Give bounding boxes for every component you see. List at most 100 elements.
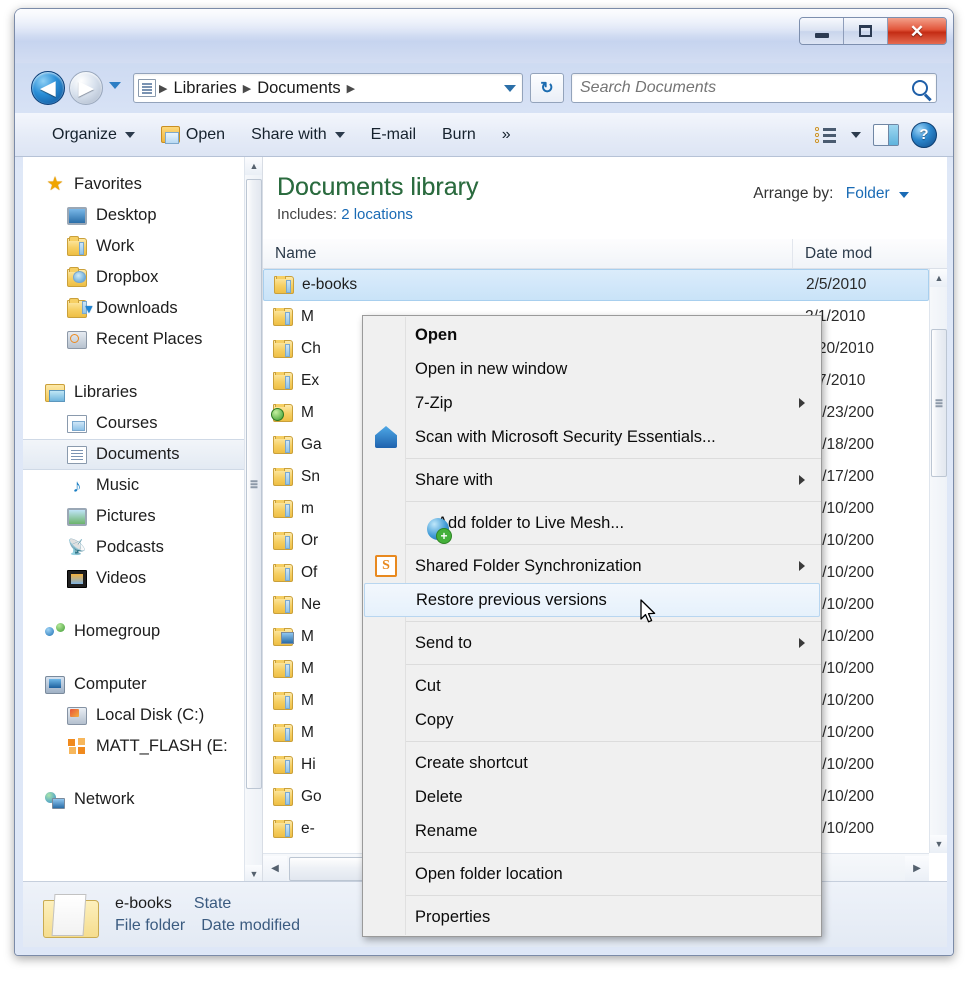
- burn-button[interactable]: Burn: [429, 120, 489, 150]
- security-essentials-icon: [375, 426, 397, 448]
- column-header-name[interactable]: Name: [263, 239, 793, 268]
- sidebar-item-work[interactable]: Work: [23, 231, 262, 262]
- change-view-icon[interactable]: [815, 126, 837, 144]
- sidebar-spacer: [23, 764, 262, 784]
- sidebar-item-libraries[interactable]: Libraries: [23, 377, 262, 408]
- sidebar-item-recent-places[interactable]: Recent Places: [23, 324, 262, 355]
- folder-icon: [273, 532, 293, 550]
- scroll-down-arrow-icon[interactable]: ▼: [930, 835, 947, 853]
- menu-item-share-with[interactable]: Share with: [363, 463, 821, 497]
- menu-item-7-zip[interactable]: 7-Zip: [363, 386, 821, 420]
- sidebar-item-dropbox[interactable]: Dropbox: [23, 262, 262, 293]
- sidebar-item-music[interactable]: ♪ Music: [23, 470, 262, 501]
- share-with-label: Share with: [251, 126, 327, 144]
- navigation-pane-scrollbar[interactable]: ▲ ▼: [244, 157, 262, 883]
- menu-item-restore-previous-versions[interactable]: Restore previous versions: [364, 583, 820, 617]
- table-row[interactable]: e-books2/5/2010: [263, 269, 929, 301]
- help-glyph: ?: [919, 126, 928, 143]
- includes-locations-link[interactable]: 2 locations: [341, 206, 413, 223]
- recent-pages-chevron-icon[interactable]: [109, 82, 121, 89]
- context-menu: OpenOpen in new window 7-Zip Scan with Mic…: [362, 315, 822, 937]
- menu-item-label: 7-Zip: [415, 394, 453, 413]
- scroll-up-arrow-icon[interactable]: ▲: [930, 269, 947, 287]
- back-button[interactable]: ◀: [31, 71, 65, 105]
- view-dropdown-icon[interactable]: [851, 132, 861, 138]
- date-modified-label: Date modified: [201, 917, 300, 935]
- sidebar-item-desktop[interactable]: Desktop: [23, 200, 262, 231]
- arrange-by-value[interactable]: Folder: [846, 185, 890, 202]
- menu-item-add-folder-to-live-mesh[interactable]: Add folder to Live Mesh...: [363, 506, 821, 540]
- sidebar-item-courses[interactable]: Courses: [23, 408, 262, 439]
- sidebar-label: Homegroup: [74, 622, 160, 641]
- sidebar-item-favorites[interactable]: ★ Favorites: [23, 169, 262, 200]
- sidebar-group-favorites: ★ Favorites Desktop Work: [23, 169, 262, 355]
- open-button[interactable]: Open: [148, 120, 238, 150]
- breadcrumb-libraries[interactable]: Libraries: [170, 79, 239, 98]
- search-input[interactable]: [580, 79, 912, 97]
- sidebar-label: Videos: [96, 569, 146, 588]
- sidebar-item-pictures[interactable]: Pictures: [23, 501, 262, 532]
- menu-item-copy[interactable]: Copy: [363, 703, 821, 737]
- column-header-date-modified[interactable]: Date mod: [793, 239, 947, 268]
- recent-places-icon: [67, 331, 87, 349]
- organize-label: Organize: [52, 126, 117, 144]
- forward-button[interactable]: ▶: [69, 71, 103, 105]
- email-button[interactable]: E-mail: [358, 120, 429, 150]
- folder-network-icon: [273, 628, 293, 646]
- file-date-cell: 2/5/2010: [794, 276, 928, 294]
- sidebar-item-matt-flash[interactable]: MATT_FLASH (E:: [23, 731, 262, 762]
- menu-item-delete[interactable]: Delete: [363, 780, 821, 814]
- scroll-left-arrow-icon[interactable]: ◀: [263, 856, 287, 882]
- file-list-scrollbar[interactable]: ▲ ▼: [929, 269, 947, 853]
- sidebar-label: Recent Places: [96, 330, 202, 349]
- help-icon[interactable]: ?: [911, 122, 937, 148]
- file-name-label: Sn: [301, 468, 320, 486]
- menu-item-rename[interactable]: Rename: [363, 814, 821, 848]
- search-box[interactable]: [571, 73, 937, 103]
- more-commands-button[interactable]: »: [489, 120, 524, 150]
- menu-item-open-folder-location[interactable]: Open folder location: [363, 857, 821, 891]
- share-with-button[interactable]: Share with: [238, 120, 358, 150]
- sidebar-item-computer[interactable]: Computer: [23, 669, 262, 700]
- menu-item-scan-with-microsoft-security-essentials[interactable]: Scan with Microsoft Security Essentials.…: [363, 420, 821, 454]
- sidebar-item-local-disk[interactable]: Local Disk (C:): [23, 700, 262, 731]
- menu-item-properties[interactable]: Properties: [363, 900, 821, 934]
- close-button[interactable]: ✕: [888, 18, 946, 44]
- menu-item-open-in-new-window[interactable]: Open in new window: [363, 352, 821, 386]
- file-name-label: Ch: [301, 340, 321, 358]
- sidebar-item-network[interactable]: Network: [23, 784, 262, 815]
- chevron-down-icon[interactable]: [899, 192, 909, 198]
- menu-item-shared-folder-synchronization[interactable]: SShared Folder Synchronization: [363, 549, 821, 583]
- preview-pane-button[interactable]: [873, 124, 899, 146]
- sidebar-item-downloads[interactable]: Downloads: [23, 293, 262, 324]
- menu-item-label: Rename: [415, 822, 477, 841]
- file-name-label: M: [301, 308, 314, 326]
- close-icon: ✕: [910, 23, 924, 40]
- minimize-button[interactable]: [800, 18, 844, 44]
- computer-icon: [45, 676, 65, 694]
- organize-button[interactable]: Organize: [39, 120, 148, 150]
- details-line-1: e-books State: [115, 895, 300, 913]
- sidebar-item-documents[interactable]: Documents: [23, 439, 262, 470]
- sidebar-item-homegroup[interactable]: Homegroup: [23, 616, 262, 647]
- scroll-up-arrow-icon[interactable]: ▲: [245, 157, 263, 175]
- menu-item-open[interactable]: Open: [363, 318, 821, 352]
- maximize-button[interactable]: [844, 18, 888, 44]
- folder-icon: [273, 436, 293, 454]
- refresh-button[interactable]: ↻: [530, 73, 564, 103]
- address-dropdown-icon[interactable]: [504, 85, 516, 92]
- menu-item-create-shortcut[interactable]: Create shortcut: [363, 746, 821, 780]
- sidebar-item-videos[interactable]: Videos: [23, 563, 262, 594]
- address-bar[interactable]: ▶ Libraries ▶ Documents ▶: [133, 73, 523, 103]
- sidebar-item-podcasts[interactable]: 📡 Podcasts: [23, 532, 262, 563]
- menu-separator: [406, 501, 821, 502]
- menu-item-send-to[interactable]: Send to: [363, 626, 821, 660]
- breadcrumb-documents[interactable]: Documents: [254, 79, 343, 98]
- file-name-label: M: [301, 692, 314, 710]
- breadcrumb-separator-icon: ▶: [344, 82, 358, 95]
- scrollbar-thumb[interactable]: [931, 329, 947, 477]
- menu-item-cut[interactable]: Cut: [363, 669, 821, 703]
- scroll-right-arrow-icon[interactable]: ▶: [905, 856, 929, 882]
- scrollbar-thumb[interactable]: [246, 179, 262, 789]
- submenu-arrow-icon: [799, 561, 805, 571]
